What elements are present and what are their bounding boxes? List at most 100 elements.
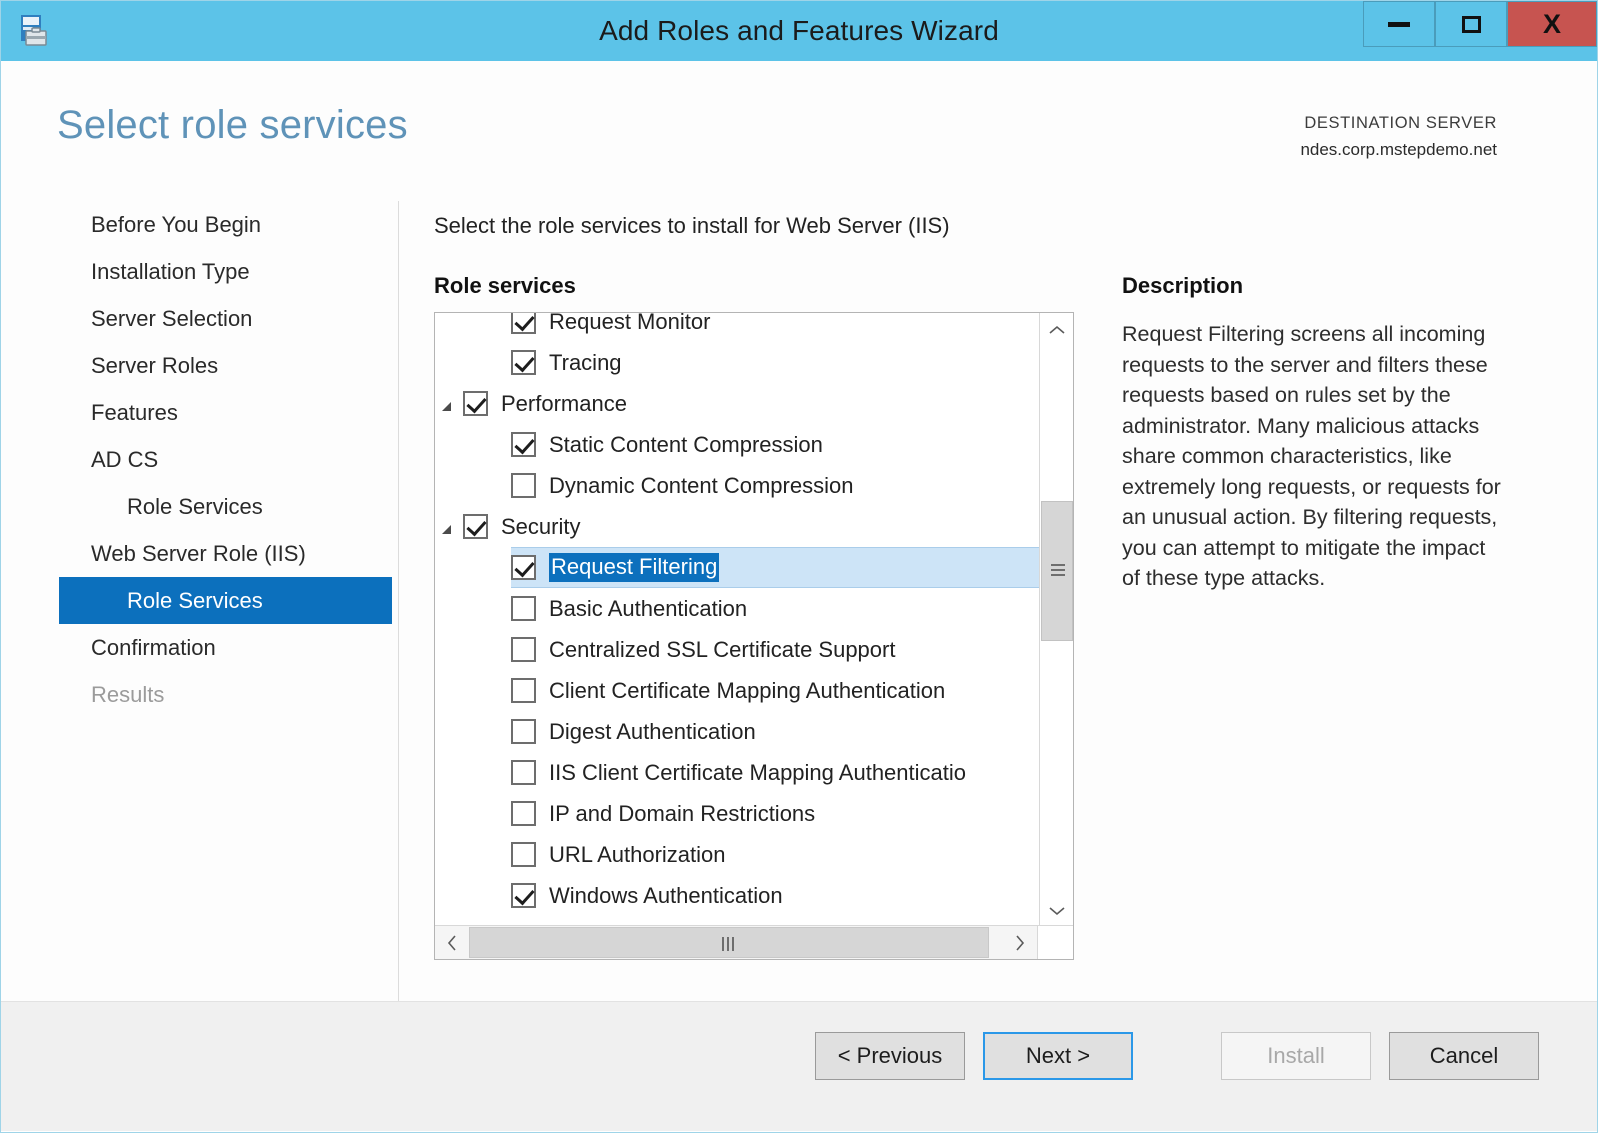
role-service-label: Static Content Compression [549, 431, 823, 457]
role-service-checkbox[interactable] [511, 801, 536, 826]
sidebar-item-label: Installation Type [91, 258, 250, 284]
sidebar-item-label: AD CS [91, 446, 159, 472]
sidebar-item-server-selection[interactable]: Server Selection [59, 295, 392, 342]
role-service-label: IIS Client Certificate Mapping Authentic… [549, 759, 967, 785]
role-service-row[interactable]: Request Monitor [435, 312, 1039, 342]
role-service-row[interactable]: Static Content Compression [435, 424, 1039, 465]
role-service-label: Request Monitor [549, 312, 711, 334]
sidebar-item-label: Before You Begin [91, 211, 262, 237]
role-services-list: Request Monitor Tracing Performance Static … [435, 312, 1039, 915]
wizard-content-pane: Select the role services to install for … [400, 201, 1597, 1001]
page-title: Select role services [57, 103, 408, 147]
description-heading: Description [1122, 273, 1244, 298]
vertical-scrollbar-thumb[interactable] [1041, 501, 1073, 641]
role-service-checkbox[interactable] [511, 432, 536, 457]
scrollbar-grip-icon [722, 937, 736, 951]
sidebar-item-installation-type[interactable]: Installation Type [59, 248, 392, 295]
sidebar-item-confirmation[interactable]: Confirmation [59, 624, 392, 671]
install-button: Install [1221, 1032, 1371, 1080]
scroll-down-button[interactable] [1040, 894, 1073, 927]
role-service-label: Basic Authentication [549, 595, 748, 621]
sidebar-item-label: Server Roles [91, 352, 219, 378]
wizard-navigation-sidebar: Before You Begin Installation Type Server … [1, 201, 399, 1001]
sidebar-item-before-you-begin[interactable]: Before You Begin [59, 201, 392, 248]
role-service-checkbox[interactable] [511, 555, 536, 580]
role-service-checkbox[interactable] [511, 760, 536, 785]
role-service-label: Tracing [549, 349, 622, 375]
sidebar-item-features[interactable]: Features [59, 389, 392, 436]
role-service-row[interactable]: Security [435, 506, 1039, 547]
tree-expander-icon[interactable] [435, 516, 457, 538]
role-service-row[interactable]: Basic Authentication [435, 588, 1039, 629]
role-service-checkbox[interactable] [511, 313, 536, 334]
role-service-row[interactable]: Digest Authentication [435, 711, 1039, 752]
add-roles-and-features-wizard-window: Add Roles and Features Wizard X Select r… [0, 0, 1598, 1133]
role-service-checkbox[interactable] [511, 350, 536, 375]
window-controls: X [1363, 1, 1597, 47]
sidebar-item-web-server-role-iis[interactable]: Web Server Role (IIS) [59, 530, 392, 577]
role-service-row[interactable]: Windows Authentication [435, 875, 1039, 915]
instruction-text: Select the role services to install for … [434, 213, 950, 238]
horizontal-scrollbar[interactable] [435, 925, 1073, 959]
role-service-checkbox[interactable] [511, 596, 536, 621]
wizard-roles-icon [15, 11, 55, 51]
sidebar-item-label: Features [91, 399, 178, 425]
role-service-label: Performance [501, 390, 627, 416]
role-service-row[interactable]: IIS Client Certificate Mapping Authentic… [435, 752, 1039, 793]
minimize-button[interactable] [1363, 1, 1435, 47]
role-service-label: Centralized SSL Certificate Support [549, 636, 896, 662]
role-service-row[interactable]: Tracing [435, 342, 1039, 383]
role-service-row[interactable]: Centralized SSL Certificate Support [435, 629, 1039, 670]
scroll-up-button[interactable] [1040, 313, 1073, 346]
role-service-checkbox[interactable] [463, 514, 488, 539]
role-services-listbox[interactable]: Request Monitor Tracing Performance Static … [434, 312, 1074, 960]
role-service-checkbox[interactable] [511, 637, 536, 662]
role-service-row[interactable]: Client Certificate Mapping Authenticatio… [435, 670, 1039, 711]
role-service-row[interactable]: IP and Domain Restrictions [435, 793, 1039, 834]
window-title: Add Roles and Features Wizard [599, 15, 999, 46]
sidebar-item-label: Confirmation [91, 634, 216, 660]
sidebar-item-label: Role Services [127, 493, 263, 519]
role-service-checkbox[interactable] [511, 842, 536, 867]
role-service-checkbox[interactable] [511, 678, 536, 703]
sidebar-item-role-services[interactable]: Role Services [59, 483, 392, 530]
sidebar-item-label: Results [91, 681, 165, 707]
maximize-button[interactable] [1435, 1, 1507, 47]
scroll-left-button[interactable] [435, 926, 468, 959]
sidebar-item-server-roles[interactable]: Server Roles [59, 342, 392, 389]
role-service-checkbox[interactable] [511, 719, 536, 744]
role-service-row[interactable]: Request Filtering [511, 547, 1039, 588]
sidebar-item-results: Results [59, 671, 392, 718]
sidebar-item-label: Role Services [127, 587, 263, 613]
previous-button[interactable]: < Previous [815, 1032, 965, 1080]
description-text: Request Filtering screens all incoming r… [1122, 322, 1501, 591]
minimize-icon [1388, 21, 1410, 27]
role-service-row[interactable]: URL Authorization [435, 834, 1039, 875]
sidebar-item-ad-cs[interactable]: AD CS [59, 436, 392, 483]
next-button[interactable]: Next > [983, 1032, 1133, 1080]
role-service-label: IP and Domain Restrictions [549, 800, 816, 826]
role-service-row[interactable]: Dynamic Content Compression [435, 465, 1039, 506]
destination-server-label: DESTINATION SERVER [1304, 114, 1497, 132]
role-service-label: Windows Authentication [549, 882, 783, 908]
tree-expander-icon[interactable] [435, 393, 457, 415]
role-service-label: Security [501, 513, 581, 539]
close-button[interactable]: X [1507, 1, 1597, 47]
role-service-checkbox[interactable] [511, 883, 536, 908]
page-header: Select role services DESTINATION SERVER … [1, 61, 1597, 201]
scroll-right-button[interactable] [1003, 926, 1036, 959]
role-services-label: Role services [434, 273, 576, 298]
role-service-label: Digest Authentication [549, 718, 756, 744]
scrollbar-corner [1037, 925, 1073, 959]
role-service-checkbox[interactable] [511, 473, 536, 498]
wizard-footer: < Previous Next > Install Cancel [1, 1001, 1597, 1131]
scrollbar-grip-icon [1051, 564, 1065, 576]
wizard-button-row: < Previous Next > Install Cancel [815, 1032, 1539, 1080]
role-service-checkbox[interactable] [463, 391, 488, 416]
horizontal-scrollbar-thumb[interactable] [469, 927, 989, 958]
cancel-button[interactable]: Cancel [1389, 1032, 1539, 1080]
role-service-label: Dynamic Content Compression [549, 472, 854, 498]
vertical-scrollbar[interactable] [1039, 313, 1073, 927]
role-service-row[interactable]: Performance [435, 383, 1039, 424]
sidebar-item-role-services[interactable]: Role Services [59, 577, 392, 624]
